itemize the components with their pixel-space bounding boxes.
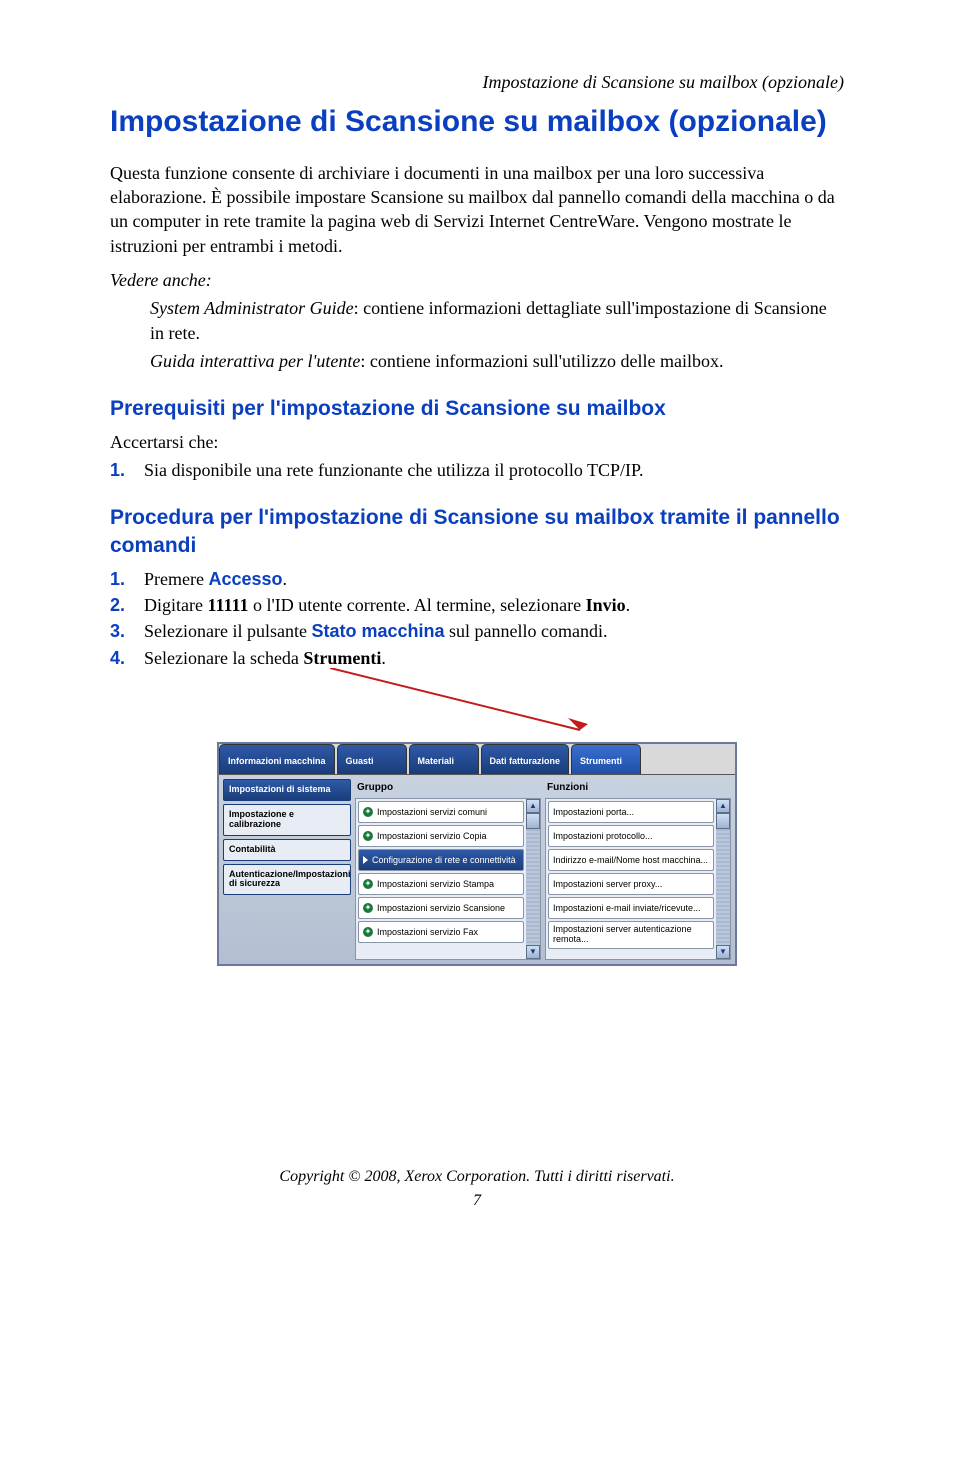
listbox-gruppo: ✦Impostazioni servizi comuni ✦Impostazio… [355, 798, 541, 960]
prereq-intro: Accertarsi che: [110, 430, 844, 454]
list-item: 1. Sia disponibile una rete funzionante … [110, 458, 844, 482]
scrollbar[interactable]: ▲ ▼ [526, 799, 540, 959]
tab-informazioni-macchina[interactable]: Informazioni macchina [219, 744, 335, 774]
wrench-icon: ✦ [363, 831, 373, 841]
see-also-desc: : contiene informazioni sull'utilizzo de… [360, 351, 723, 371]
list-item[interactable]: Impostazioni porta... [548, 801, 714, 823]
page-number: 7 [110, 1190, 844, 1212]
list-item[interactable]: ✦Impostazioni servizio Stampa [358, 873, 524, 895]
arrow-annotation [110, 672, 844, 742]
list-item: 4. Selezionare la scheda Strumenti. [110, 646, 844, 670]
tab-guasti[interactable]: Guasti [337, 744, 407, 774]
scroll-up-icon[interactable]: ▲ [716, 799, 730, 813]
procedure-list: 1. Premere Accesso. 2. Digitare 11111 o … [110, 567, 844, 670]
play-icon [363, 856, 368, 864]
scroll-down-icon[interactable]: ▼ [716, 945, 730, 959]
list-item: 1. Premere Accesso. [110, 567, 844, 591]
see-also-item: System Administrator Guide: contiene inf… [150, 296, 844, 345]
list-item[interactable]: Impostazioni e-mail inviate/ricevute... [548, 897, 714, 919]
step-text: Digitare 11111 o l'ID utente corrente. A… [144, 593, 630, 617]
step-number: 1. [110, 458, 144, 482]
sidebar-item-impostazioni-sistema[interactable]: Impostazioni di sistema [223, 779, 351, 801]
arrow-icon [330, 668, 620, 746]
heading-prerequisites: Prerequisiti per l'impostazione di Scans… [110, 395, 844, 423]
wrench-icon: ✦ [363, 903, 373, 913]
list-item[interactable]: Impostazioni server proxy... [548, 873, 714, 895]
list-item[interactable]: ✦Impostazioni servizio Fax [358, 921, 524, 943]
listbox-funzioni: Impostazioni porta... Impostazioni proto… [545, 798, 731, 960]
list-item[interactable]: Indirizzo e-mail/Nome host macchina... [548, 849, 714, 871]
sidebar-item-contabilita[interactable]: Contabilità [223, 839, 351, 861]
see-also-label: Vedere anche: [110, 268, 844, 292]
heading-procedure: Procedura per l'impostazione di Scansion… [110, 504, 844, 561]
step-text: Selezionare il pulsante Stato macchina s… [144, 619, 607, 643]
list-item[interactable]: ✦Impostazioni servizio Scansione [358, 897, 524, 919]
step-number: 2. [110, 593, 144, 617]
scroll-thumb[interactable] [526, 813, 540, 829]
step-text: Sia disponibile una rete funzionante che… [144, 458, 644, 482]
tab-materiali[interactable]: Materiali [409, 744, 479, 774]
sidebar: Impostazioni di sistema Impostazione e c… [223, 779, 351, 960]
step-text: Premere Accesso. [144, 567, 287, 591]
list-item[interactable]: Impostazioni protocollo... [548, 825, 714, 847]
intro-paragraph: Questa funzione consente di archiviare i… [110, 161, 844, 258]
running-header: Impostazione di Scansione su mailbox (op… [110, 70, 844, 94]
page-title: Impostazione di Scansione su mailbox (op… [110, 102, 844, 143]
sidebar-item-autenticazione-sicurezza[interactable]: Autenticazione/Impostazioni di sicurezza [223, 864, 351, 896]
scroll-up-icon[interactable]: ▲ [526, 799, 540, 813]
see-also-title: Guida interattiva per l'utente [150, 351, 360, 371]
step-number: 4. [110, 646, 144, 670]
step-text: Selezionare la scheda Strumenti. [144, 646, 386, 670]
control-panel-screenshot: Informazioni macchina Guasti Materiali D… [217, 742, 737, 966]
step-number: 1. [110, 567, 144, 591]
copyright-footer: Copyright © 2008, Xerox Corporation. Tut… [110, 1166, 844, 1188]
list-item[interactable]: ✦Impostazioni servizio Copia [358, 825, 524, 847]
see-also-title: System Administrator Guide [150, 298, 354, 318]
list-item: 2. Digitare 11111 o l'ID utente corrente… [110, 593, 844, 617]
step-number: 3. [110, 619, 144, 643]
column-header-funzioni: Funzioni [545, 779, 731, 799]
prereq-list: 1. Sia disponibile una rete funzionante … [110, 458, 844, 482]
wrench-icon: ✦ [363, 879, 373, 889]
scrollbar[interactable]: ▲ ▼ [716, 799, 730, 959]
wrench-icon: ✦ [363, 807, 373, 817]
tab-strumenti[interactable]: Strumenti [571, 744, 641, 774]
tab-bar: Informazioni macchina Guasti Materiali D… [219, 744, 735, 774]
column-header-gruppo: Gruppo [355, 779, 541, 799]
wrench-icon: ✦ [363, 927, 373, 937]
list-item[interactable]: Impostazioni server autenticazione remot… [548, 921, 714, 949]
list-item: 3. Selezionare il pulsante Stato macchin… [110, 619, 844, 643]
column-gruppo: Gruppo ✦Impostazioni servizi comuni ✦Imp… [355, 779, 541, 960]
scroll-down-icon[interactable]: ▼ [526, 945, 540, 959]
list-item[interactable]: ✦Impostazioni servizi comuni [358, 801, 524, 823]
column-funzioni: Funzioni Impostazioni porta... Impostazi… [545, 779, 731, 960]
list-item-selected[interactable]: Configurazione di rete e connettività [358, 849, 524, 871]
keyword-stato-macchina: Stato macchina [311, 621, 444, 641]
scroll-thumb[interactable] [716, 813, 730, 829]
tab-dati-fatturazione[interactable]: Dati fatturazione [481, 744, 570, 774]
see-also-item: Guida interattiva per l'utente: contiene… [150, 349, 844, 373]
keyword-accesso: Accesso [208, 569, 282, 589]
sidebar-item-impostazione-calibrazione[interactable]: Impostazione e calibrazione [223, 804, 351, 836]
